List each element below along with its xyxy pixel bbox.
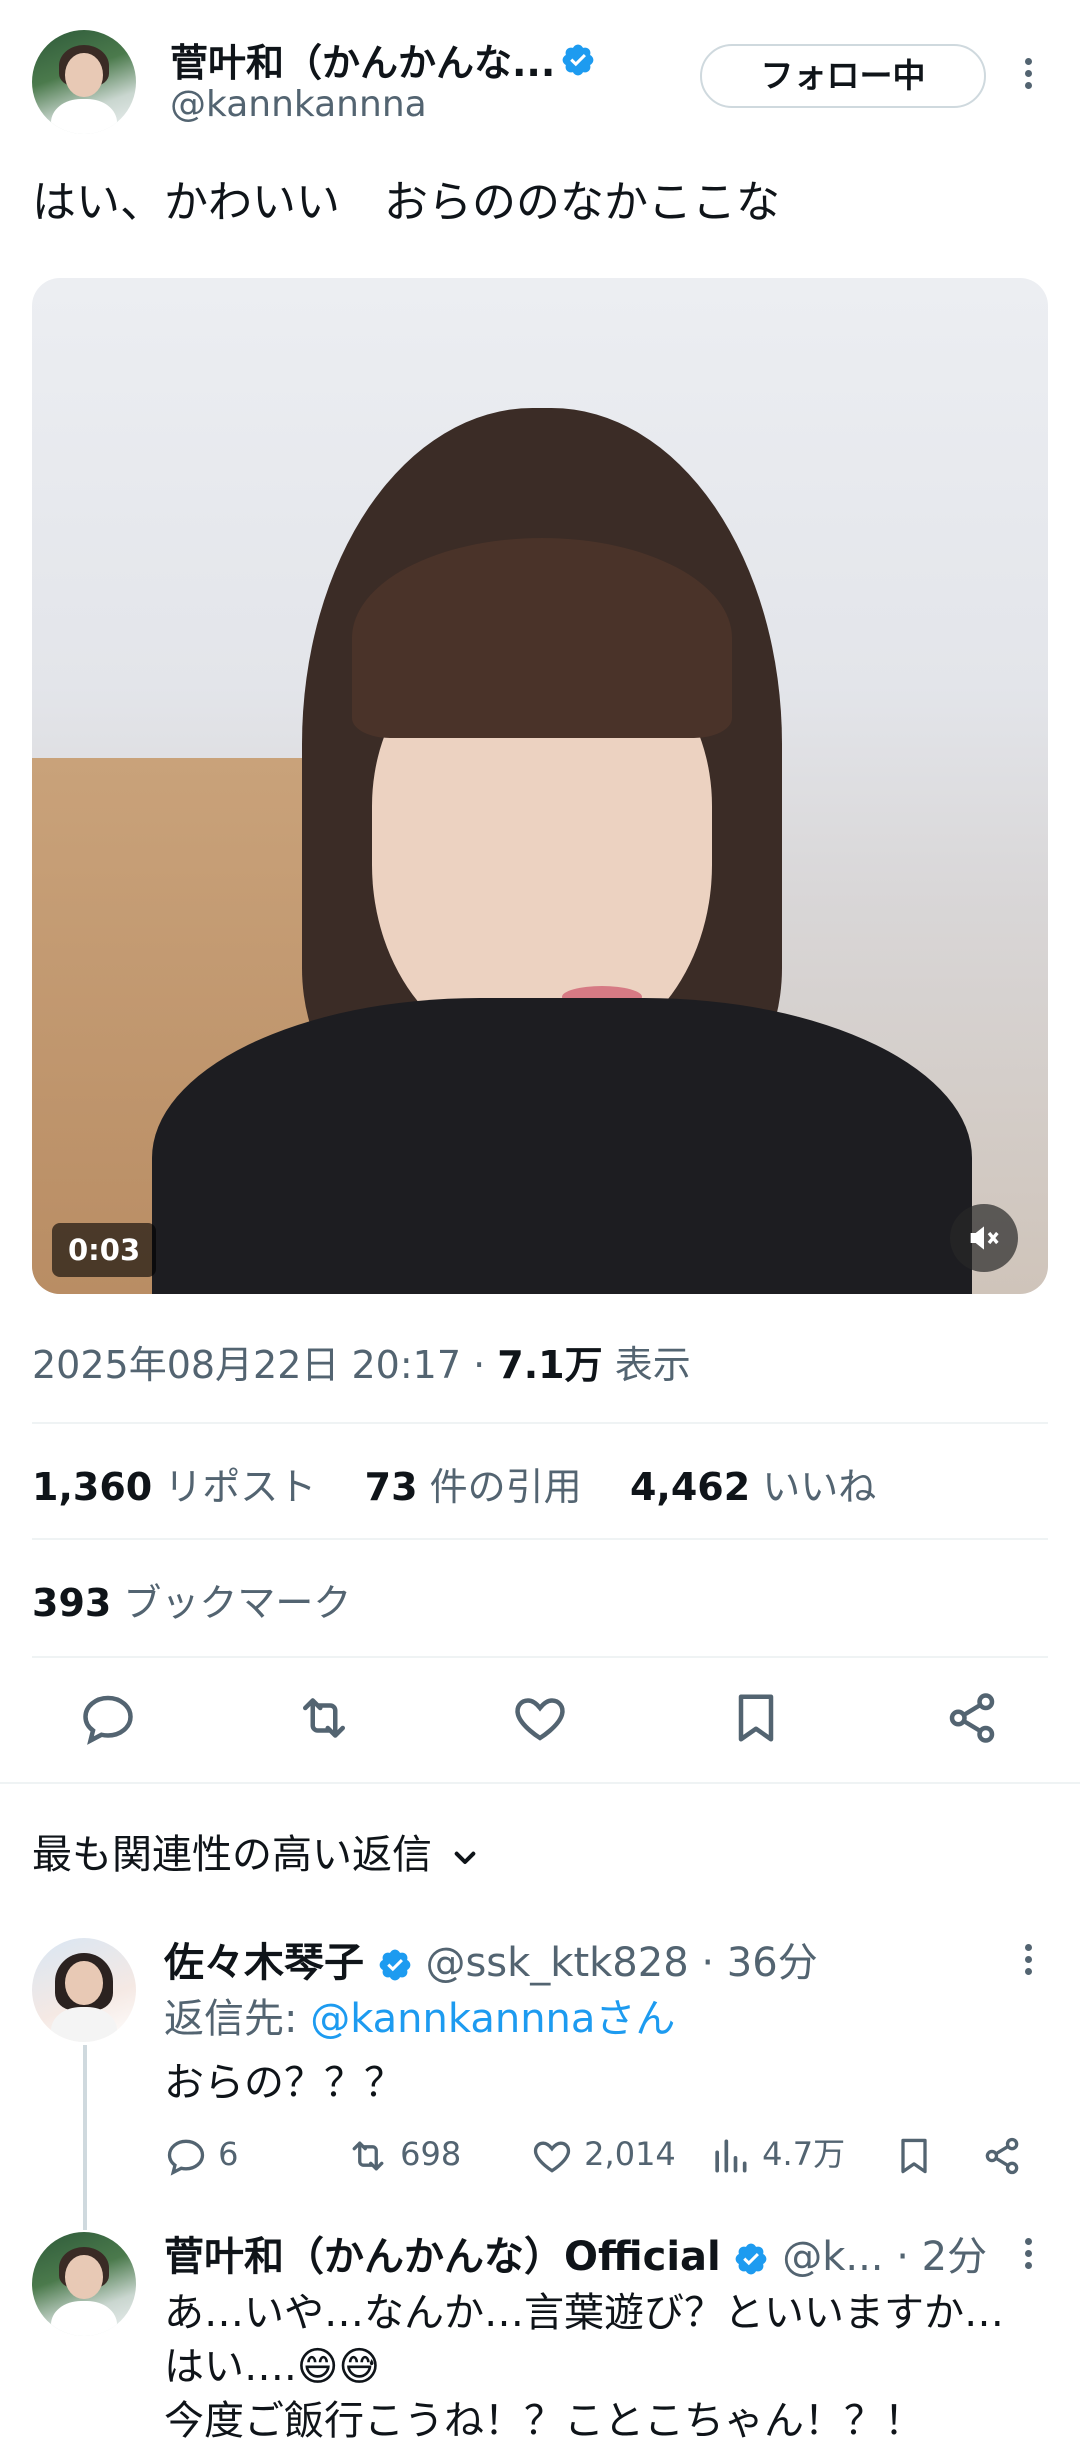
verified-badge-icon: [736, 2243, 767, 2275]
more-options-icon[interactable]: [1022, 58, 1034, 94]
replies-sort-label: 最も関連性の高い返信: [32, 1832, 432, 1878]
verified-badge-icon: [563, 44, 594, 75]
views-label: 表示: [614, 1343, 691, 1387]
quotes-stat[interactable]: 73 件の引用: [365, 1465, 582, 1509]
retweet-button[interactable]: [294, 1688, 354, 1748]
reply-bookmark-button[interactable]: [892, 2130, 936, 2178]
reply-like-button[interactable]: 2,014: [530, 2130, 676, 2178]
verified-badge-icon: [379, 1949, 411, 1981]
reply-views-button[interactable]: 4.7万: [708, 2130, 845, 2178]
reply-time[interactable]: · 36分: [701, 1940, 817, 1986]
reply-header: 菅叶和（かんかんな）Official @k... · 2分: [164, 2224, 987, 2282]
likes-stat[interactable]: 4,462 いいね: [630, 1465, 876, 1509]
reply-more-options-icon[interactable]: [1022, 2238, 1034, 2274]
reply-retweet-button[interactable]: 698: [346, 2130, 461, 2178]
share-icon: [949, 1693, 995, 1743]
tweet-text: はい、かわいい おらののなかここな: [32, 177, 780, 228]
reply-avatar[interactable]: [32, 1938, 136, 2042]
like-button[interactable]: [510, 1688, 570, 1748]
reply-to-line: 返信先: @kannkannnaさん: [164, 1996, 676, 2042]
reply-more-options-icon[interactable]: [1022, 1944, 1034, 1980]
author-name[interactable]: 菅叶和（かんかんな...: [170, 41, 555, 85]
reply-text-line: あ…いや…なんか…言葉遊び？といいますか…: [164, 2290, 1004, 2336]
retweet-icon: [352, 2141, 384, 2171]
video-timecode: 0:03: [52, 1223, 157, 1277]
heart-icon: [533, 2141, 571, 2173]
following-button[interactable]: フォロー中: [700, 44, 986, 108]
reply-author-name[interactable]: 佐々木琴子: [164, 1940, 364, 1986]
author-avatar[interactable]: [32, 30, 136, 134]
views-count: 7.1万: [497, 1343, 603, 1387]
bookmark-button[interactable]: [726, 1688, 786, 1748]
tweet-meta-row: 2025年08月22日 20:17 · 7.1万 表示: [32, 1343, 691, 1387]
share-button[interactable]: [942, 1688, 1002, 1748]
tweet-timestamp[interactable]: 2025年08月22日 20:17: [32, 1343, 461, 1387]
reposts-stat[interactable]: 1,360 リポスト: [32, 1465, 316, 1509]
thread-line: [83, 2045, 87, 2230]
divider: [0, 1782, 1080, 1784]
analytics-icon: [715, 2139, 747, 2173]
divider: [32, 1422, 1048, 1424]
reply-text-line: はい….😄😅: [164, 2344, 381, 2390]
bookmark-icon: [738, 1694, 774, 1742]
muted-speaker-icon: [970, 1226, 999, 1250]
reply-time[interactable]: · 2分: [896, 2234, 987, 2280]
reply-share-button[interactable]: [980, 2130, 1024, 2178]
reply-author-handle[interactable]: @k...: [782, 2234, 883, 2280]
engagement-stats: 1,360 リポスト 73 件の引用 4,462 いいね: [32, 1456, 876, 1511]
chevron-down-icon: [454, 1851, 476, 1864]
share-icon: [985, 2137, 1019, 2175]
heart-icon: [515, 1698, 565, 1741]
bookmarks-stat[interactable]: 393 ブックマーク: [32, 1572, 351, 1627]
reply-reply-button[interactable]: 6: [164, 2130, 239, 2178]
reply-to-link[interactable]: @kannkannna: [310, 1996, 595, 2042]
bookmark-icon: [901, 2138, 927, 2174]
divider: [32, 1656, 1048, 1658]
tweet-video[interactable]: 0:03: [32, 278, 1048, 1294]
author-handle[interactable]: @kannkannna: [170, 84, 427, 125]
reply-icon: [167, 2139, 205, 2176]
reply-text: おらの？？？: [164, 2060, 404, 2106]
reply-header: 佐々木琴子 @ssk_ktk828 · 36分: [164, 1930, 818, 1988]
divider: [32, 1538, 1048, 1540]
reply-text-line: 今度ご飯行こうね！？ことこちゃん！？！: [164, 2398, 924, 2444]
reply-author-name[interactable]: 菅叶和（かんかんな）Official: [164, 2234, 721, 2280]
reply-icon: [83, 1695, 133, 1745]
mute-toggle-button[interactable]: [950, 1204, 1018, 1272]
reply-avatar[interactable]: [32, 2232, 136, 2336]
reply-button[interactable]: [78, 1688, 138, 1748]
reply-author-handle[interactable]: @ssk_ktk828: [425, 1940, 688, 1986]
retweet-icon: [303, 1698, 345, 1738]
author-name-row[interactable]: 菅叶和（かんかんな...: [170, 32, 596, 85]
replies-sort-dropdown[interactable]: 最も関連性の高い返信: [32, 1822, 485, 1880]
